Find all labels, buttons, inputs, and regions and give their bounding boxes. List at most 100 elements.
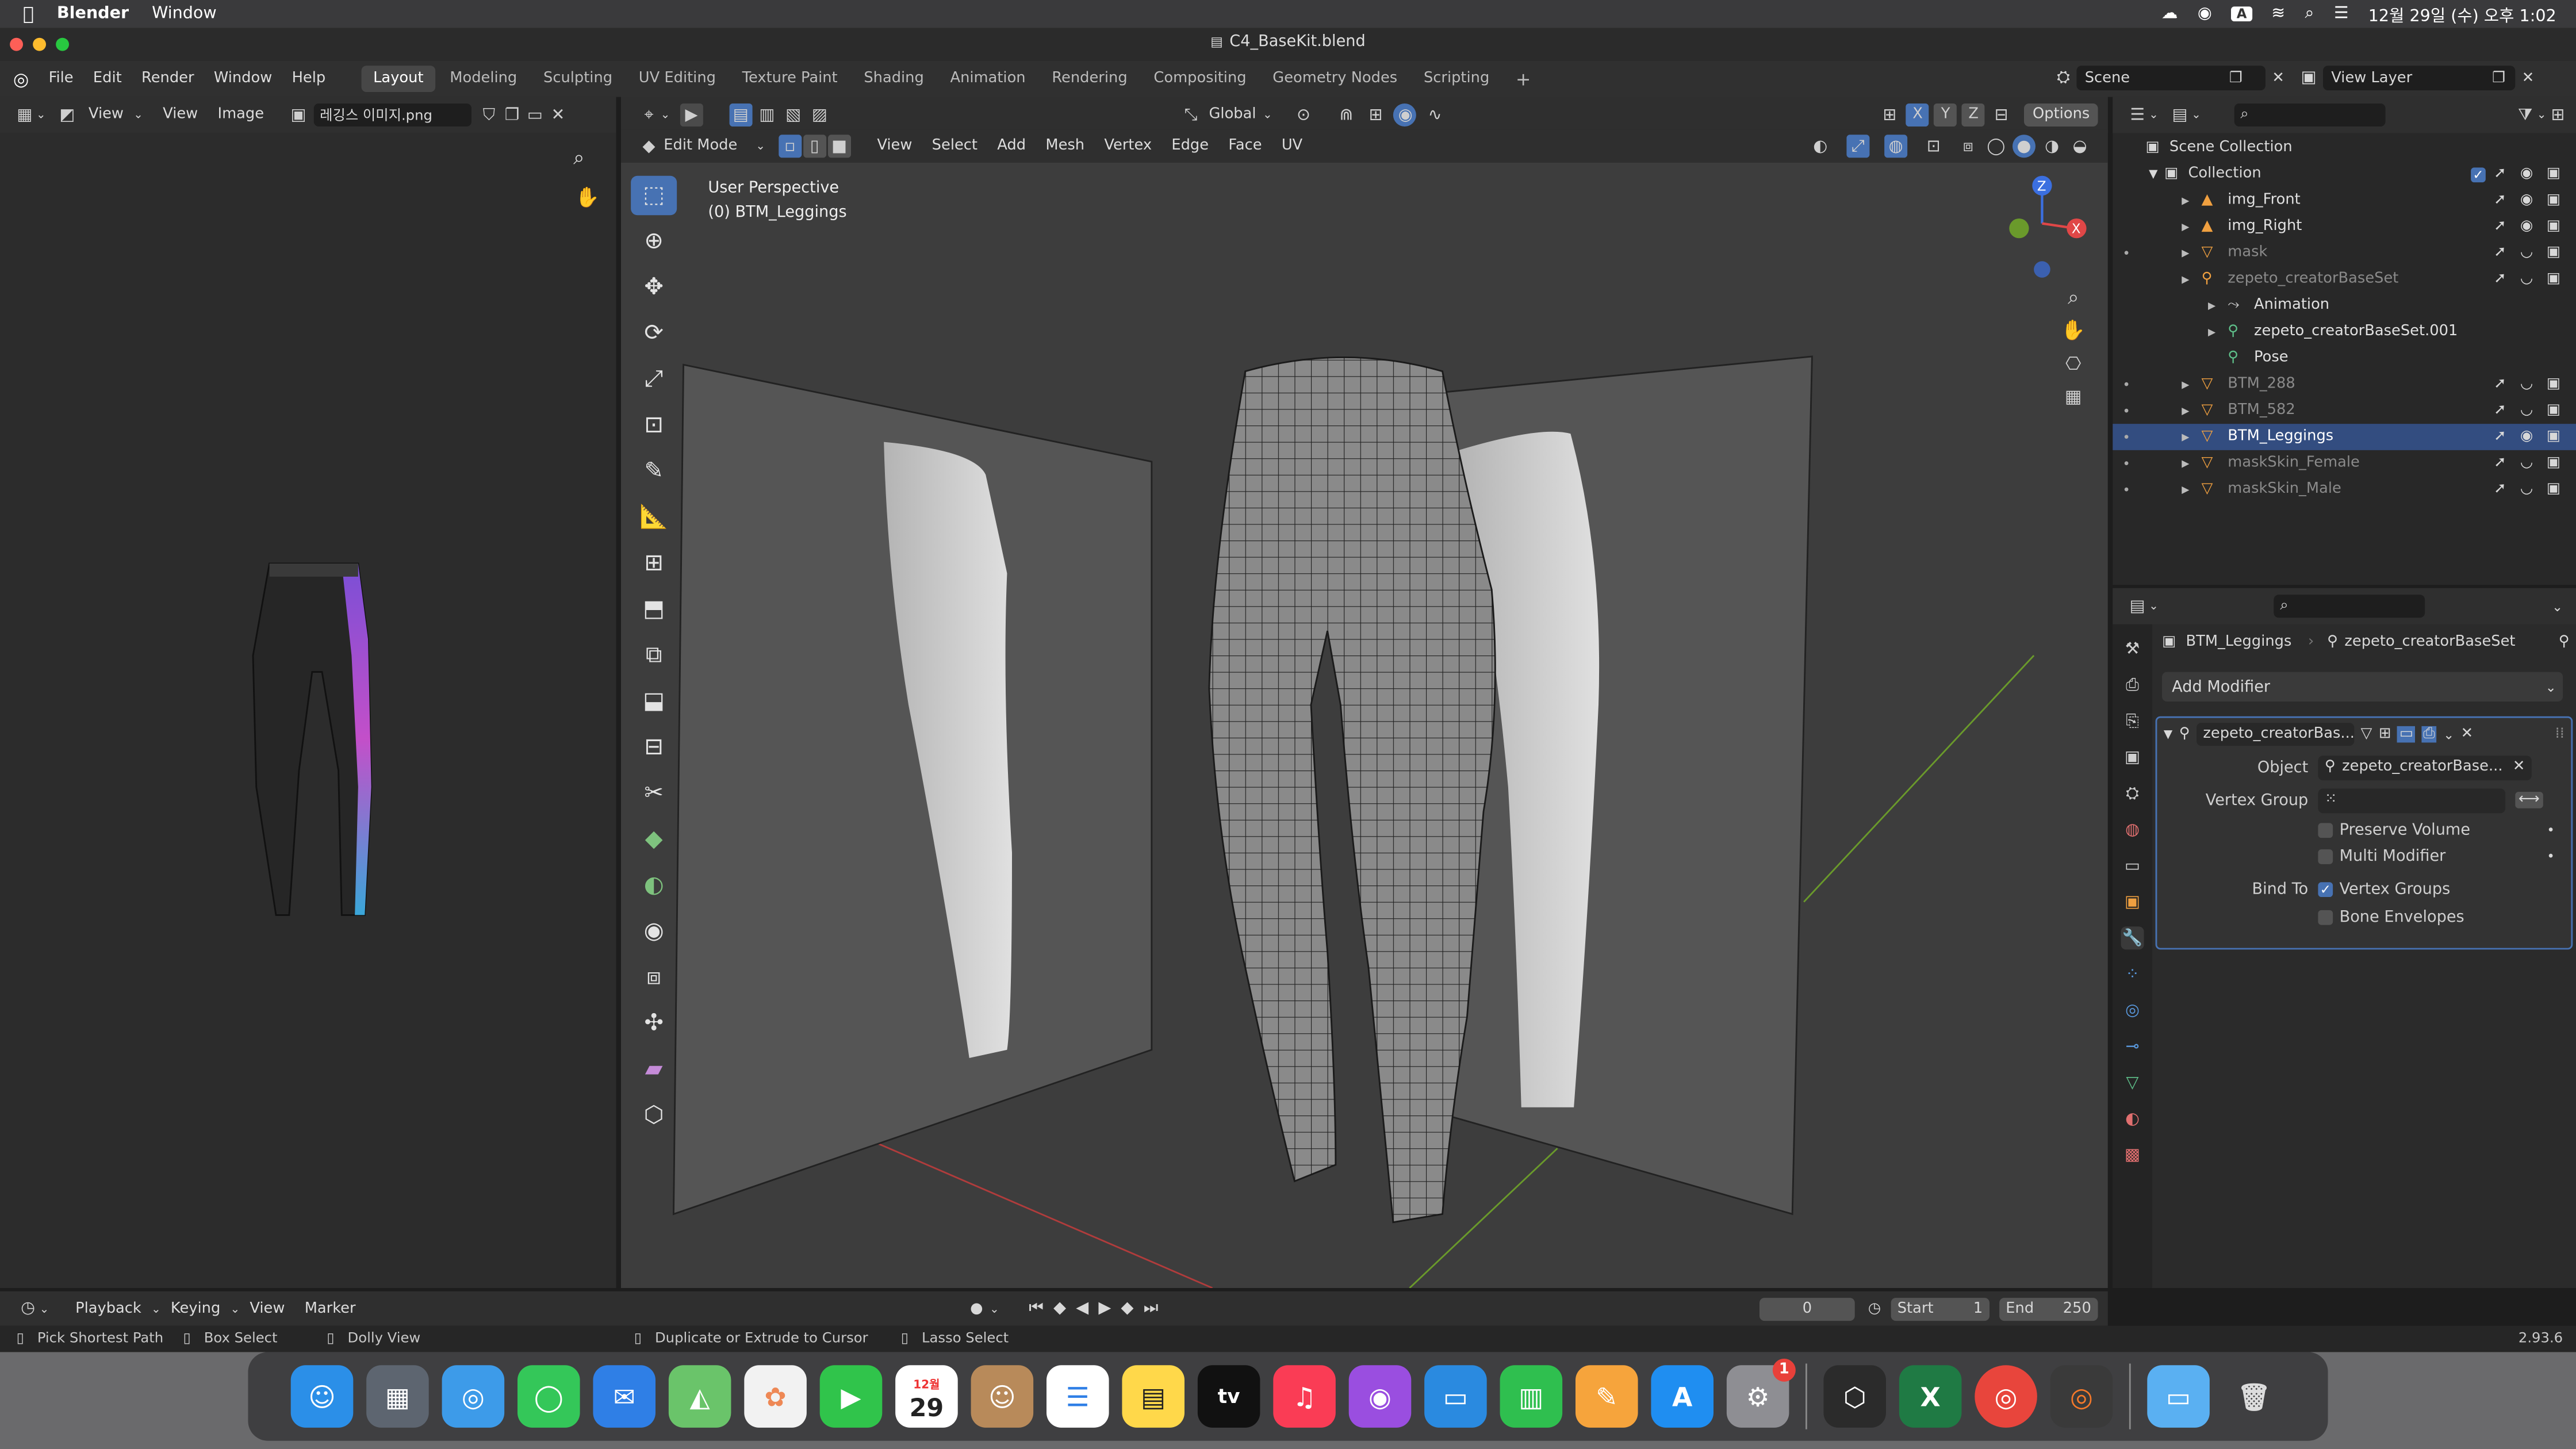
outliner-item-zepeto-creatorbaseset-001[interactable]: ▶ ⚲ zepeto_creatorBaseSet.001 [2113, 319, 2576, 345]
timeline-menu-marker[interactable]: Marker [295, 1300, 366, 1317]
expand-arrow-icon[interactable]: ▶ [2208, 300, 2215, 311]
loop-cut-tool-icon[interactable]: ⊟ [631, 728, 677, 768]
material-tab-icon[interactable]: ◐ [2121, 1107, 2144, 1130]
menu-render[interactable]: Render [132, 71, 204, 87]
solid-shading-icon[interactable]: ● [2012, 135, 2035, 158]
render-toggle-icon[interactable]: ⎙ [2421, 726, 2437, 743]
tab-texture-paint[interactable]: Texture Paint [731, 66, 849, 92]
messages-icon[interactable]: ◯ [518, 1365, 580, 1428]
poly-build-tool-icon[interactable]: ◆ [631, 820, 677, 860]
expand-arrow-icon[interactable]: ▶ [2208, 326, 2215, 338]
camera-render-icon[interactable]: ▣ [2547, 402, 2560, 419]
xray-icon[interactable]: ⧈ [1957, 135, 1980, 158]
viewport-menu-vertex[interactable]: Vertex [1094, 138, 1162, 155]
transform-orientation-icon[interactable]: ⤡ [1179, 103, 1202, 126]
rotate-tool-icon[interactable]: ⟳ [631, 314, 677, 354]
cloud-icon[interactable]: ☁ [2161, 5, 2178, 23]
tab-compositing[interactable]: Compositing [1142, 66, 1258, 92]
copy-scene-icon[interactable]: ❐ [2229, 70, 2242, 86]
image-name-field[interactable]: 레깅스 이미지.png [313, 103, 471, 126]
select-arrow-icon[interactable]: ➚ [2494, 192, 2506, 209]
outliner-item-maskskin-female[interactable]: • ▶ ▽ maskSkin_Female ➚ ◡ ▣ [2113, 450, 2576, 477]
input-source-indicator[interactable]: A [2232, 6, 2252, 22]
wireframe-shading-icon[interactable]: ◯ [1984, 135, 2007, 158]
open-image-icon[interactable]: ▭ [523, 103, 546, 126]
camera-render-icon[interactable]: ▣ [2547, 455, 2560, 471]
chrome-icon[interactable]: ◎ [1975, 1365, 2037, 1428]
texture-tab-icon[interactable]: ▩ [2121, 1144, 2144, 1167]
chevron-down-icon[interactable]: ⌄ [2443, 727, 2454, 742]
select-intersect-icon[interactable]: ▨ [808, 103, 831, 126]
tab-uv-editing[interactable]: UV Editing [627, 66, 727, 92]
timeline-menu-view[interactable]: View [240, 1300, 294, 1317]
snap-icon[interactable]: ⋒ [1335, 103, 1358, 126]
eye-icon[interactable]: ◉ [2520, 166, 2533, 183]
eye-icon[interactable]: ◡ [2520, 271, 2533, 288]
system-preferences-icon[interactable]: ⚙ 1 [1726, 1358, 1796, 1428]
edge-select-icon[interactable]: ▯ [803, 135, 826, 158]
add-workspace-button[interactable]: + [1504, 63, 1542, 94]
inset-tool-icon[interactable]: ⧉ [631, 636, 677, 676]
menu-help[interactable]: Help [282, 71, 335, 87]
photos-icon[interactable]: ✿ [744, 1365, 807, 1428]
mirror-icon[interactable]: ⊞ [1878, 103, 1901, 126]
spin-tool-icon[interactable]: ◐ [631, 866, 677, 906]
axis-y-toggle[interactable]: Y [1934, 103, 1957, 126]
cage-toggle-icon[interactable]: ⊞ [2379, 726, 2391, 743]
axis-x-toggle[interactable]: X [1906, 103, 1930, 126]
image-menu-image[interactable]: Image [208, 107, 274, 124]
material-shading-icon[interactable]: ◑ [2041, 135, 2064, 158]
menu-edit[interactable]: Edit [83, 71, 132, 87]
tab-geometry-nodes[interactable]: Geometry Nodes [1261, 66, 1409, 92]
zoom-icon[interactable]: ⌕ [2062, 285, 2085, 309]
control-center-icon[interactable]: ☰ [2334, 5, 2349, 23]
app-menu-window[interactable]: Window [152, 5, 217, 23]
mesh-overlay-icon[interactable]: ⊡ [1922, 135, 1945, 158]
viewport-menu-uv[interactable]: UV [1272, 138, 1313, 155]
shrink-fatten-tool-icon[interactable]: ✣ [631, 1004, 677, 1044]
expand-arrow-icon[interactable]: ▼ [2149, 167, 2157, 181]
viewport-menu-add[interactable]: Add [987, 138, 1036, 155]
current-frame-field[interactable]: 0 [1759, 1297, 1855, 1320]
camera-render-icon[interactable]: ▣ [2547, 271, 2560, 288]
outliner-item-btm-288[interactable]: • ▶ ▽ BTM_288 ➚ ◡ ▣ [2113, 371, 2576, 398]
outliner-item-maskskin-male[interactable]: • ▶ ▽ maskSkin_Male ➚ ◡ ▣ [2113, 477, 2576, 503]
tab-scripting[interactable]: Scripting [1412, 66, 1501, 92]
app-menu-blender[interactable]: Blender [57, 5, 129, 23]
tab-rendering[interactable]: Rendering [1040, 66, 1138, 92]
podcasts-icon[interactable]: ◉ [1348, 1365, 1412, 1428]
edit-mode-dot-icon[interactable]: • [2122, 403, 2130, 418]
keynote-icon[interactable]: ▭ [1424, 1365, 1487, 1428]
edit-mode-toggle-icon[interactable]: ▽ [2361, 726, 2372, 743]
eye-icon[interactable]: ◡ [2520, 455, 2533, 471]
camera-render-icon[interactable]: ▣ [2547, 166, 2560, 183]
face-select-icon[interactable]: ■ [827, 135, 851, 158]
perspective-grid-icon[interactable]: ▦ [2062, 385, 2085, 408]
select-arrow-icon[interactable]: ➚ [2494, 481, 2506, 498]
pan-hand-icon[interactable]: ✋ [2061, 319, 2086, 342]
apple-icon[interactable]:  [23, 3, 34, 25]
modifier-tab-icon[interactable]: 🔧 [2121, 926, 2144, 950]
expand-arrow-icon[interactable]: ▶ [2182, 405, 2189, 416]
safari-icon[interactable]: ◎ [442, 1365, 505, 1428]
expand-arrow-icon[interactable]: ▶ [2182, 221, 2189, 232]
smooth-tool-icon[interactable]: ◉ [631, 912, 677, 952]
output-tab-icon[interactable]: ⎘ [2121, 710, 2144, 733]
outliner-item-img-front[interactable]: ▶ ▲ img_Front ➚ ◉ ▣ [2113, 187, 2576, 214]
outliner-item-mask[interactable]: • ▶ ▽ mask ➚ ◡ ▣ [2113, 240, 2576, 266]
collapse-arrow-icon[interactable]: ▼ [2164, 728, 2172, 741]
outliner-item-btm-582[interactable]: • ▶ ▽ BTM_582 ➚ ◡ ▣ [2113, 397, 2576, 424]
pin-icon[interactable]: ⚲ [2559, 634, 2570, 651]
expand-arrow-icon[interactable]: ▶ [2182, 247, 2189, 259]
launchpad-icon[interactable]: ▦ [366, 1365, 429, 1428]
tab-sculpting[interactable]: Sculpting [532, 66, 624, 92]
trash-icon[interactable]: 🗑 [2223, 1365, 2286, 1428]
outliner-scene-collection[interactable]: ▣ Scene Collection [2113, 135, 2576, 161]
viewport-menu-view[interactable]: View [867, 138, 922, 155]
new-collection-icon[interactable]: ⊞ [2547, 103, 2570, 126]
viewport-toggle-icon[interactable]: ▭ [2397, 726, 2415, 743]
image-view-dropdown[interactable]: View [79, 107, 133, 124]
rip-tool-icon[interactable]: ⬡ [631, 1096, 677, 1136]
move-tool-icon[interactable]: ✥ [631, 268, 677, 308]
view-layer-icon[interactable]: ▣ [2301, 69, 2317, 87]
